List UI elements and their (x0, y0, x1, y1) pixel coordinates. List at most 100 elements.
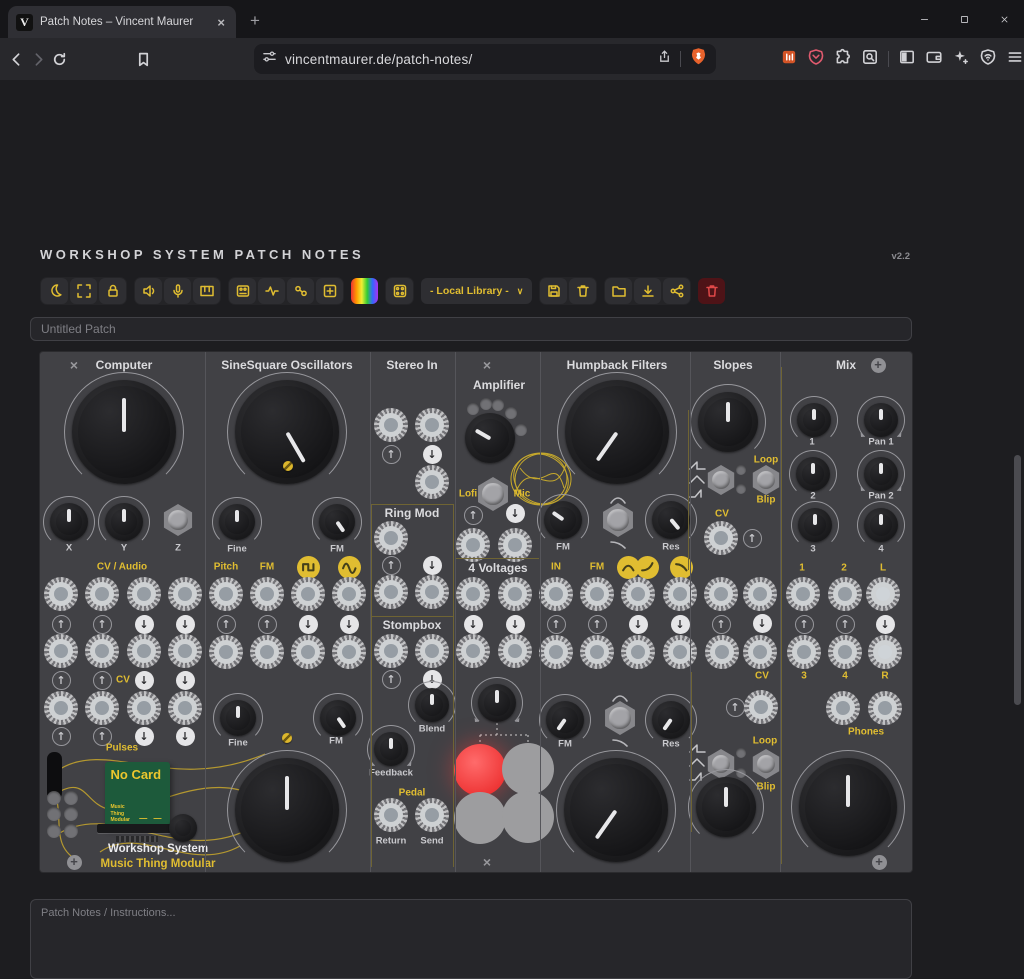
sinesquare-knob[interactable] (213, 693, 263, 743)
slopes-jack[interactable] (704, 577, 738, 611)
computer-jack[interactable] (127, 577, 161, 611)
computer-close-icon[interactable]: × (70, 357, 78, 373)
delete-all-button[interactable] (698, 278, 725, 304)
computer-knob[interactable] (166, 811, 200, 845)
module-panel-button[interactable] (229, 278, 256, 304)
computer-jack[interactable] (127, 691, 161, 725)
computer-jack[interactable] (85, 691, 119, 725)
slopes-big-knob[interactable] (690, 384, 766, 460)
computer-jack[interactable] (168, 577, 202, 611)
window-close-button[interactable] (984, 0, 1024, 38)
computer-big-knob[interactable] (64, 372, 184, 492)
slopes-jack[interactable] (743, 635, 777, 669)
new-tab-button[interactable]: + (250, 11, 260, 31)
browser-tab[interactable]: V Patch Notes – Vincent Maurer × (8, 6, 236, 38)
stereo-in-jack[interactable] (415, 798, 449, 832)
library-select[interactable]: - Local Library -∨ (421, 278, 532, 304)
bookmark-button[interactable] (135, 46, 153, 72)
humpback-big-knob[interactable] (557, 372, 677, 492)
computer-knob[interactable] (98, 496, 150, 548)
url-bar[interactable]: vincentmaurer.de/patch-notes/ (254, 44, 716, 74)
wallet-icon[interactable] (925, 48, 943, 71)
humpback-jack[interactable] (663, 635, 697, 669)
amplifier-jack[interactable] (456, 634, 490, 668)
humpback-jack[interactable] (580, 577, 614, 611)
slopes-jack[interactable] (705, 635, 739, 669)
mix-jack[interactable] (826, 691, 860, 725)
fullscreen-button[interactable] (70, 278, 97, 304)
stereo-in-knob[interactable] (408, 681, 456, 729)
humpback-big-knob[interactable] (556, 750, 676, 870)
amplifier-grey-button[interactable] (502, 743, 554, 795)
sinesquare-jack[interactable] (250, 577, 284, 611)
sinesquare-jack[interactable] (332, 635, 366, 669)
stereo-in-jack[interactable] (374, 408, 408, 442)
rainbow-colors-button[interactable] (351, 278, 378, 304)
minimize-button[interactable] (904, 0, 944, 38)
mix-jack[interactable] (787, 635, 821, 669)
reload-button[interactable] (51, 46, 69, 72)
lock-button[interactable] (99, 278, 126, 304)
share-patch-button[interactable] (663, 278, 690, 304)
sinesquare-big-knob[interactable] (227, 750, 347, 870)
amplifier-knob[interactable] (471, 677, 523, 729)
site-settings-icon[interactable] (262, 49, 277, 69)
amplifier-knob[interactable] (462, 410, 518, 466)
mix-jack[interactable] (786, 577, 820, 611)
mix-jack[interactable] (828, 635, 862, 669)
stereo-in-jack[interactable] (415, 408, 449, 442)
sinesquare-big-knob[interactable] (227, 372, 347, 492)
oscilloscope-button[interactable] (258, 278, 285, 304)
mix-jack[interactable] (866, 577, 900, 611)
computer-jack[interactable] (168, 634, 202, 668)
extension-orange-icon[interactable] (780, 48, 798, 71)
dark-mode-button[interactable] (41, 278, 68, 304)
computer-hex-switch[interactable] (162, 504, 194, 536)
sinesquare-jack[interactable] (250, 635, 284, 669)
extension-pink-shield-icon[interactable] (807, 48, 825, 71)
amplifier-jack[interactable] (498, 528, 532, 562)
extensions-puzzle-icon[interactable] (834, 48, 852, 71)
sinesquare-knob[interactable] (312, 497, 362, 547)
share-icon[interactable] (657, 49, 672, 69)
sinesquare-jack[interactable] (291, 577, 325, 611)
humpback-jack[interactable] (580, 635, 614, 669)
sinesquare-jack[interactable] (209, 577, 243, 611)
amplifier-grey-button[interactable] (454, 792, 506, 844)
tab-close-icon[interactable]: × (214, 15, 228, 30)
microphone-button[interactable] (164, 278, 191, 304)
computer-jack[interactable] (85, 577, 119, 611)
slopes-jack[interactable] (704, 521, 738, 555)
computer-jack[interactable] (168, 691, 202, 725)
computer-jack[interactable] (44, 577, 78, 611)
slopes-jack[interactable] (743, 577, 777, 611)
humpback-knob[interactable] (537, 494, 589, 546)
amplifier-red-button[interactable] (454, 744, 506, 796)
amplifier-jack[interactable] (456, 577, 490, 611)
amplifier-close-icon[interactable]: × (483, 357, 491, 373)
audio-output-button[interactable] (135, 278, 162, 304)
open-file-button[interactable] (605, 278, 632, 304)
amplifier-grey-button[interactable] (502, 791, 554, 843)
sinesquare-knob[interactable] (212, 497, 262, 547)
search-box-icon[interactable] (861, 48, 879, 71)
humpback-jack[interactable] (621, 635, 655, 669)
delete-from-library-button[interactable] (569, 278, 596, 304)
humpback-hex-switch[interactable] (603, 701, 637, 735)
random-patch-button[interactable] (386, 278, 413, 304)
humpback-jack[interactable] (539, 577, 573, 611)
amplifier-jack[interactable] (498, 634, 532, 668)
stereo-in-jack[interactable] (415, 634, 449, 668)
stereo-in-jack[interactable] (415, 465, 449, 499)
stereo-in-jack[interactable] (374, 521, 408, 555)
back-button[interactable] (8, 46, 26, 72)
humpback-jack[interactable] (539, 635, 573, 669)
computer-jack[interactable] (85, 634, 119, 668)
computer-jack[interactable] (44, 634, 78, 668)
forward-button[interactable] (30, 46, 48, 72)
sidebar-toggle-icon[interactable] (898, 48, 916, 71)
patch-notes-textarea[interactable] (30, 899, 912, 979)
slopes-hex-switch[interactable] (706, 465, 736, 495)
vpn-shield-icon[interactable] (979, 48, 997, 71)
sinesquare-jack[interactable] (291, 635, 325, 669)
